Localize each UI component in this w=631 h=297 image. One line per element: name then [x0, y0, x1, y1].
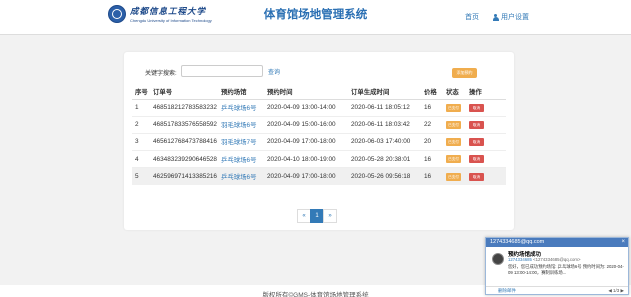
pagination-page-button[interactable]: 1 [310, 209, 324, 223]
created-time: 2020-06-11 18:05:12 [348, 98, 421, 117]
pagination: « 1 » [297, 209, 337, 223]
created-time: 2020-06-11 18:03:42 [348, 115, 421, 134]
created-time: 2020-05-26 09:56:18 [348, 167, 421, 185]
pagination-next-button[interactable]: » [323, 209, 337, 223]
search-label: 关键字搜索: [145, 71, 177, 77]
table-header-row: 序号 订单号 预约场馆 预约时间 订单生成时间 价格 状态 操作 [132, 84, 506, 100]
user-icon [492, 13, 499, 21]
price: 16 [421, 98, 443, 117]
cancel-button[interactable]: 取消 [469, 103, 484, 112]
column-header: 价格 [421, 84, 443, 100]
booking-time: 2020-04-09 17:00-18:00 [264, 167, 348, 185]
row-number: 5 [132, 167, 150, 185]
booking-time: 2020-04-09 13:00-14:00 [264, 98, 348, 117]
column-header: 预约时间 [264, 84, 348, 100]
add-booking-button[interactable]: 添加预约 [452, 68, 477, 78]
column-header: 状态 [443, 84, 466, 100]
venue-link[interactable]: 乒乓球场6号 [218, 167, 264, 185]
search-button[interactable]: 查询 [268, 67, 280, 76]
row-number: 4 [132, 150, 150, 168]
sender-name: 1274334685 [508, 257, 532, 262]
search-input[interactable] [181, 65, 263, 77]
row-number: 2 [132, 115, 150, 134]
logo-english-name: Chengdu University of Information Techno… [130, 18, 212, 23]
table-row: 4 463483239290646528 乒乓球场6号 2020-04-10 1… [132, 150, 506, 168]
table-row: 5 462596971413385216 乒乓球场6号 2020-04-09 1… [132, 167, 506, 185]
order-number: 465612768473788416 [150, 132, 218, 151]
status-button[interactable]: 已支付 [446, 172, 461, 181]
booking-time: 2020-04-09 17:00-18:00 [264, 132, 348, 151]
popup-footer: 删除邮件 ◀ 1/3 ▶ [486, 286, 628, 294]
site-title: 体育馆场地管理系统 [263, 9, 368, 21]
column-header: 订单生成时间 [348, 84, 421, 100]
popup-pager[interactable]: ◀ 1/3 ▶ [608, 287, 624, 295]
price: 16 [421, 167, 443, 185]
venue-link[interactable]: 乒乓球场6号 [218, 150, 264, 168]
close-icon[interactable]: × [621, 238, 625, 247]
price: 20 [421, 132, 443, 151]
order-number: 468517833576558592 [150, 115, 218, 134]
booking-time: 2020-04-10 18:00-19:00 [264, 150, 348, 168]
column-header: 预约场馆 [218, 84, 264, 100]
status-button[interactable]: 已支付 [446, 103, 461, 112]
mail-notification-popup: 1274334685@qq.com × 预约场馆成功 1274334685 <1… [485, 237, 629, 295]
nav-user-settings-label: 用户设置 [501, 14, 529, 21]
delete-mail-link[interactable]: 删除邮件 [498, 287, 516, 295]
university-logo[interactable]: 成都信息工程大学 Chengdu University of Informati… [108, 5, 212, 23]
status-button[interactable]: 已支付 [446, 120, 461, 129]
pagination-prev-button[interactable]: « [297, 209, 311, 223]
orders-table: 序号 订单号 预约场馆 预约时间 订单生成时间 价格 状态 操作 1 46851… [132, 84, 506, 185]
venue-link[interactable]: 羽毛球场7号 [218, 132, 264, 151]
cancel-button[interactable]: 取消 [469, 155, 484, 164]
column-header: 订单号 [150, 84, 218, 100]
nav-user-settings-link[interactable]: 用户设置 [492, 12, 529, 22]
row-number: 3 [132, 132, 150, 151]
venue-link[interactable]: 羽毛球场6号 [218, 115, 264, 134]
status-button[interactable]: 已支付 [446, 155, 461, 164]
status-button[interactable]: 已支付 [446, 137, 461, 146]
price: 22 [421, 115, 443, 134]
table-row: 3 465612768473788416 羽毛球场7号 2020-04-09 1… [132, 132, 506, 151]
university-seal-icon [108, 5, 126, 23]
popup-body: 您好，您已成功预约场馆: 乒乓球场6号 预约时间为: 2020-04-09 13… [508, 263, 624, 275]
order-number: 468518212783583232 [150, 98, 218, 117]
order-number: 463483239290646528 [150, 150, 218, 168]
header: 成都信息工程大学 Chengdu University of Informati… [0, 0, 631, 34]
booking-time: 2020-04-09 15:00-16:00 [264, 115, 348, 134]
created-time: 2020-06-03 17:40:00 [348, 132, 421, 151]
nav-home-link[interactable]: 首页 [465, 12, 479, 22]
order-number: 462596971413385216 [150, 167, 218, 185]
sender-avatar [492, 253, 504, 265]
column-header: 操作 [466, 84, 506, 100]
sender-address: <1274334685@qq.com> [533, 257, 581, 262]
cancel-button[interactable]: 取消 [469, 120, 484, 129]
price: 16 [421, 150, 443, 168]
popup-header: 1274334685@qq.com × [486, 238, 628, 247]
column-header: 序号 [132, 84, 150, 100]
popup-account: 1274334685@qq.com [490, 239, 545, 245]
table-row: 2 468517833576558592 羽毛球场6号 2020-04-09 1… [132, 115, 506, 134]
cancel-button[interactable]: 取消 [469, 172, 484, 181]
table-row: 1 468518212783583232 乒乓球场6号 2020-04-09 1… [132, 98, 506, 117]
row-number: 1 [132, 98, 150, 117]
venue-link[interactable]: 乒乓球场6号 [218, 98, 264, 117]
popup-sender: 1274334685 <1274334685@qq.com> [508, 257, 580, 262]
created-time: 2020-05-28 20:38:01 [348, 150, 421, 168]
logo-chinese-name: 成都信息工程大学 [130, 7, 207, 17]
cancel-button[interactable]: 取消 [469, 137, 484, 146]
